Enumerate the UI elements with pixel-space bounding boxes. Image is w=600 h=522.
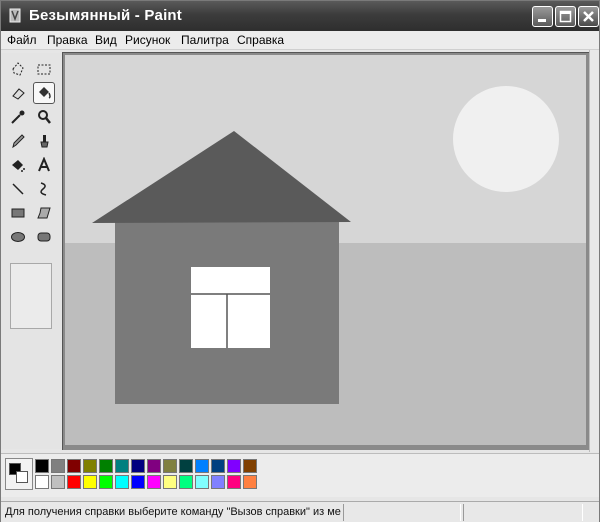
rectangle-tool[interactable] bbox=[7, 202, 29, 224]
brush-icon bbox=[40, 135, 49, 148]
palette-swatch[interactable] bbox=[211, 459, 225, 473]
title-bar[interactable]: Безымянный - Paint bbox=[1, 1, 599, 31]
sun bbox=[453, 86, 559, 192]
polygon-tool[interactable] bbox=[33, 202, 55, 224]
line-tool[interactable] bbox=[7, 178, 29, 200]
status-help-text: Для получения справки выберите команду "… bbox=[5, 506, 341, 518]
status-panel-size bbox=[463, 504, 583, 521]
house-window bbox=[191, 267, 270, 348]
palette-swatch[interactable] bbox=[115, 475, 129, 489]
menu-bar: Файл Правка Вид Рисунок Палитра Справка bbox=[1, 31, 599, 50]
close-button[interactable] bbox=[578, 6, 599, 27]
palette-swatch[interactable] bbox=[243, 459, 257, 473]
menu-palette[interactable]: Палитра bbox=[181, 33, 229, 47]
window-title: Безымянный - Paint bbox=[29, 7, 182, 24]
magnifier-tool[interactable] bbox=[33, 106, 55, 128]
ellipse-icon bbox=[11, 232, 25, 242]
palette-swatch[interactable] bbox=[115, 459, 129, 473]
palette-swatch[interactable] bbox=[67, 459, 81, 473]
pencil-icon bbox=[12, 134, 25, 149]
palette-swatch[interactable] bbox=[147, 475, 161, 489]
pencil-tool[interactable] bbox=[7, 130, 29, 152]
canvas-right-edge bbox=[589, 50, 599, 452]
color-picker-icon bbox=[11, 110, 25, 124]
palette-swatch[interactable] bbox=[211, 475, 225, 489]
airbrush-icon bbox=[12, 160, 25, 172]
color-palette bbox=[1, 453, 599, 497]
palette-swatch[interactable] bbox=[83, 475, 97, 489]
rect-select-tool[interactable] bbox=[33, 58, 55, 80]
fill-bucket-tool[interactable] bbox=[33, 82, 55, 104]
minimize-icon bbox=[538, 19, 546, 22]
tool-options-box[interactable] bbox=[10, 263, 52, 329]
color-picker-tool[interactable] bbox=[7, 106, 29, 128]
maximize-icon bbox=[559, 10, 572, 23]
ellipse-tool[interactable] bbox=[7, 226, 29, 248]
close-icon bbox=[583, 11, 594, 22]
palette-swatch[interactable] bbox=[35, 459, 49, 473]
rounded-rect-icon bbox=[37, 232, 51, 242]
brush-tool[interactable] bbox=[33, 130, 55, 152]
rectangle-icon bbox=[11, 208, 25, 218]
eraser-tool[interactable] bbox=[7, 82, 29, 104]
palette-swatch[interactable] bbox=[83, 459, 97, 473]
tool-box bbox=[1, 53, 61, 449]
palette-swatch[interactable] bbox=[227, 459, 241, 473]
curve-tool[interactable] bbox=[33, 178, 55, 200]
menu-file[interactable]: Файл bbox=[7, 33, 37, 47]
eraser-icon bbox=[12, 88, 25, 100]
line-icon bbox=[12, 183, 24, 195]
current-colors-indicator[interactable] bbox=[5, 458, 33, 490]
palette-swatch[interactable] bbox=[99, 459, 113, 473]
minimize-button[interactable] bbox=[532, 6, 553, 27]
menu-image[interactable]: Рисунок bbox=[125, 33, 170, 47]
palette-swatch[interactable] bbox=[163, 475, 177, 489]
curve-icon bbox=[40, 182, 47, 196]
paint-app-icon bbox=[9, 8, 21, 23]
paint-window: Безымянный - Paint Файл Правка Вид Рисун… bbox=[0, 0, 600, 522]
palette-swatch[interactable] bbox=[51, 459, 65, 473]
polygon-icon bbox=[37, 207, 51, 219]
rect-select-icon bbox=[37, 64, 51, 75]
background-color bbox=[16, 471, 28, 483]
drawing-canvas[interactable] bbox=[65, 55, 586, 445]
magnifier-icon bbox=[38, 110, 51, 124]
free-select-tool[interactable] bbox=[7, 58, 29, 80]
status-panel-coords bbox=[343, 504, 461, 521]
palette-swatch[interactable] bbox=[227, 475, 241, 489]
menu-view[interactable]: Вид bbox=[95, 33, 117, 47]
palette-swatch[interactable] bbox=[67, 475, 81, 489]
palette-swatch[interactable] bbox=[99, 475, 113, 489]
text-tool[interactable] bbox=[33, 154, 55, 176]
palette-swatch[interactable] bbox=[179, 459, 193, 473]
maximize-button[interactable] bbox=[555, 6, 576, 27]
menu-help[interactable]: Справка bbox=[237, 33, 284, 47]
free-select-icon bbox=[12, 62, 24, 76]
palette-swatch[interactable] bbox=[131, 475, 145, 489]
status-bar: Для получения справки выберите команду "… bbox=[1, 501, 599, 522]
airbrush-tool[interactable] bbox=[7, 154, 29, 176]
palette-swatch[interactable] bbox=[51, 475, 65, 489]
palette-swatch[interactable] bbox=[179, 475, 193, 489]
palette-swatch[interactable] bbox=[195, 459, 209, 473]
palette-swatch[interactable] bbox=[243, 475, 257, 489]
menu-edit[interactable]: Правка bbox=[47, 33, 88, 47]
palette-swatch[interactable] bbox=[147, 459, 161, 473]
palette-swatch[interactable] bbox=[195, 475, 209, 489]
palette-swatch[interactable] bbox=[163, 459, 177, 473]
palette-swatch[interactable] bbox=[131, 459, 145, 473]
palette-swatch[interactable] bbox=[35, 475, 49, 489]
fill-bucket-icon bbox=[39, 87, 51, 99]
text-icon bbox=[38, 157, 50, 172]
rounded-rect-tool[interactable] bbox=[33, 226, 55, 248]
